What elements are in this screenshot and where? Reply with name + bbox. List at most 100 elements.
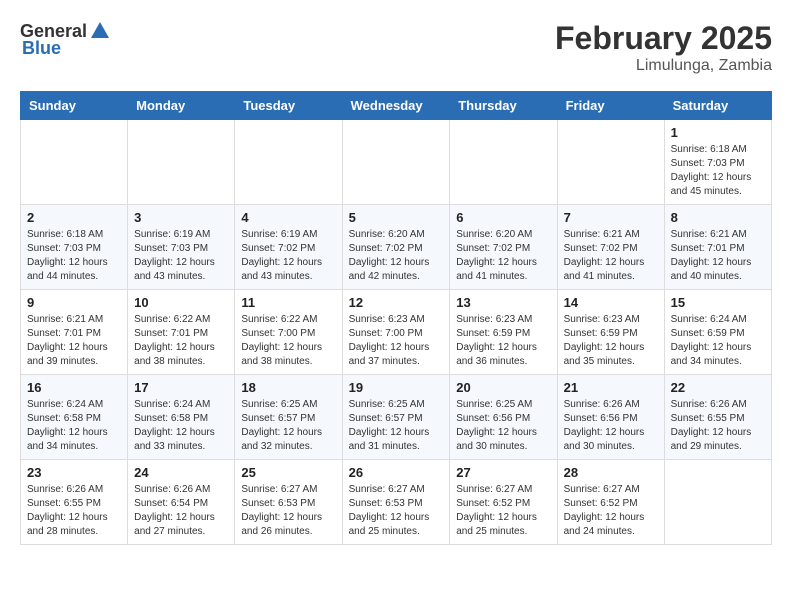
day-cell: 23Sunrise: 6:26 AM Sunset: 6:55 PM Dayli… — [21, 460, 128, 545]
day-info: Sunrise: 6:24 AM Sunset: 6:58 PM Dayligh… — [134, 398, 228, 454]
day-number: 7 — [564, 210, 658, 225]
weekday-sunday: Sunday — [21, 92, 128, 120]
day-number: 25 — [241, 465, 335, 480]
day-number: 22 — [671, 380, 765, 395]
day-info: Sunrise: 6:19 AM Sunset: 7:03 PM Dayligh… — [134, 228, 228, 284]
weekday-header-row: SundayMondayTuesdayWednesdayThursdayFrid… — [21, 92, 772, 120]
page-header: General Blue February 2025 Limulunga, Za… — [20, 20, 772, 75]
calendar: SundayMondayTuesdayWednesdayThursdayFrid… — [20, 91, 772, 545]
day-number: 5 — [349, 210, 444, 225]
day-info: Sunrise: 6:20 AM Sunset: 7:02 PM Dayligh… — [349, 228, 444, 284]
week-row-3: 9 Sunrise: 6:21 AM Sunset: 7:01 PM Daylig… — [21, 290, 772, 375]
day-number: 26 — [349, 465, 444, 480]
day-cell: 1Sunrise: 6:18 AM Sunset: 7:03 PM Daylig… — [664, 120, 771, 205]
week-row-4: 16 Sunrise: 6:24 AM Sunset: 6:58 PM Dayli… — [21, 375, 772, 460]
day-info: Sunrise: 6:24 AM Sunset: 6:59 PM Dayligh… — [671, 313, 765, 369]
day-info: Sunrise: 6:25 AM Sunset: 6:57 PM Dayligh… — [349, 398, 444, 454]
day-cell: 2 Sunrise: 6:18 AM Sunset: 7:03 PM Daylig… — [21, 205, 128, 290]
day-info: Sunrise: 6:18 AM Sunset: 7:03 PM Dayligh… — [27, 228, 121, 284]
weekday-friday: Friday — [557, 92, 664, 120]
day-cell: 9 Sunrise: 6:21 AM Sunset: 7:01 PM Daylig… — [21, 290, 128, 375]
day-number: 24 — [134, 465, 228, 480]
day-info: Sunrise: 6:26 AM Sunset: 6:55 PM Dayligh… — [27, 483, 121, 539]
day-cell: 8 Sunrise: 6:21 AM Sunset: 7:01 PM Daylig… — [664, 205, 771, 290]
weekday-thursday: Thursday — [450, 92, 557, 120]
day-info: Sunrise: 6:26 AM Sunset: 6:55 PM Dayligh… — [671, 398, 765, 454]
day-info: Sunrise: 6:18 AM Sunset: 7:03 PM Dayligh… — [671, 143, 765, 199]
day-number: 9 — [27, 295, 121, 310]
day-cell — [557, 120, 664, 205]
day-info: Sunrise: 6:23 AM Sunset: 7:00 PM Dayligh… — [349, 313, 444, 369]
day-cell — [21, 120, 128, 205]
day-cell: 4 Sunrise: 6:19 AM Sunset: 7:02 PM Daylig… — [235, 205, 342, 290]
day-cell: 10Sunrise: 6:22 AM Sunset: 7:01 PM Dayli… — [128, 290, 235, 375]
week-row-1: 1Sunrise: 6:18 AM Sunset: 7:03 PM Daylig… — [21, 120, 772, 205]
weekday-monday: Monday — [128, 92, 235, 120]
day-cell: 13Sunrise: 6:23 AM Sunset: 6:59 PM Dayli… — [450, 290, 557, 375]
week-row-2: 2 Sunrise: 6:18 AM Sunset: 7:03 PM Daylig… — [21, 205, 772, 290]
day-cell: 15 Sunrise: 6:24 AM Sunset: 6:59 PM Dayli… — [664, 290, 771, 375]
day-cell — [128, 120, 235, 205]
logo-blue: Blue — [22, 38, 61, 59]
day-info: Sunrise: 6:26 AM Sunset: 6:54 PM Dayligh… — [134, 483, 228, 539]
day-number: 20 — [456, 380, 550, 395]
day-cell: 14 Sunrise: 6:23 AM Sunset: 6:59 PM Dayli… — [557, 290, 664, 375]
day-cell: 20 Sunrise: 6:25 AM Sunset: 6:56 PM Dayli… — [450, 375, 557, 460]
day-number: 12 — [349, 295, 444, 310]
day-cell: 28Sunrise: 6:27 AM Sunset: 6:52 PM Dayli… — [557, 460, 664, 545]
day-cell: 26 Sunrise: 6:27 AM Sunset: 6:53 PM Dayli… — [342, 460, 450, 545]
day-cell: 11 Sunrise: 6:22 AM Sunset: 7:00 PM Dayli… — [235, 290, 342, 375]
week-row-5: 23Sunrise: 6:26 AM Sunset: 6:55 PM Dayli… — [21, 460, 772, 545]
day-cell — [450, 120, 557, 205]
weekday-tuesday: Tuesday — [235, 92, 342, 120]
day-info: Sunrise: 6:23 AM Sunset: 6:59 PM Dayligh… — [456, 313, 550, 369]
day-info: Sunrise: 6:27 AM Sunset: 6:53 PM Dayligh… — [349, 483, 444, 539]
day-info: Sunrise: 6:21 AM Sunset: 7:01 PM Dayligh… — [27, 313, 121, 369]
day-cell: 17 Sunrise: 6:24 AM Sunset: 6:58 PM Dayli… — [128, 375, 235, 460]
logo-icon — [89, 20, 111, 42]
day-number: 19 — [349, 380, 444, 395]
day-cell: 22 Sunrise: 6:26 AM Sunset: 6:55 PM Dayli… — [664, 375, 771, 460]
day-number: 2 — [27, 210, 121, 225]
day-number: 4 — [241, 210, 335, 225]
day-cell: 3 Sunrise: 6:19 AM Sunset: 7:03 PM Daylig… — [128, 205, 235, 290]
day-number: 18 — [241, 380, 335, 395]
day-number: 15 — [671, 295, 765, 310]
day-cell: 25Sunrise: 6:27 AM Sunset: 6:53 PM Dayli… — [235, 460, 342, 545]
day-number: 3 — [134, 210, 228, 225]
day-cell: 21Sunrise: 6:26 AM Sunset: 6:56 PM Dayli… — [557, 375, 664, 460]
day-cell — [235, 120, 342, 205]
day-info: Sunrise: 6:23 AM Sunset: 6:59 PM Dayligh… — [564, 313, 658, 369]
day-number: 11 — [241, 295, 335, 310]
day-cell: 27 Sunrise: 6:27 AM Sunset: 6:52 PM Dayli… — [450, 460, 557, 545]
title-block: February 2025 Limulunga, Zambia — [555, 20, 772, 75]
day-cell: 18Sunrise: 6:25 AM Sunset: 6:57 PM Dayli… — [235, 375, 342, 460]
day-number: 14 — [564, 295, 658, 310]
day-info: Sunrise: 6:25 AM Sunset: 6:56 PM Dayligh… — [456, 398, 550, 454]
day-info: Sunrise: 6:21 AM Sunset: 7:02 PM Dayligh… — [564, 228, 658, 284]
month-title: February 2025 — [555, 20, 772, 57]
day-number: 16 — [27, 380, 121, 395]
day-cell: 16Sunrise: 6:24 AM Sunset: 6:58 PM Dayli… — [21, 375, 128, 460]
weekday-saturday: Saturday — [664, 92, 771, 120]
day-cell — [664, 460, 771, 545]
day-cell: 5 Sunrise: 6:20 AM Sunset: 7:02 PM Daylig… — [342, 205, 450, 290]
day-info: Sunrise: 6:26 AM Sunset: 6:56 PM Dayligh… — [564, 398, 658, 454]
day-cell: 19 Sunrise: 6:25 AM Sunset: 6:57 PM Dayli… — [342, 375, 450, 460]
day-number: 27 — [456, 465, 550, 480]
day-cell: 7 Sunrise: 6:21 AM Sunset: 7:02 PM Daylig… — [557, 205, 664, 290]
day-info: Sunrise: 6:20 AM Sunset: 7:02 PM Dayligh… — [456, 228, 550, 284]
day-cell — [342, 120, 450, 205]
day-number: 17 — [134, 380, 228, 395]
weekday-wednesday: Wednesday — [342, 92, 450, 120]
day-number: 28 — [564, 465, 658, 480]
day-info: Sunrise: 6:27 AM Sunset: 6:52 PM Dayligh… — [456, 483, 550, 539]
day-info: Sunrise: 6:22 AM Sunset: 7:01 PM Dayligh… — [134, 313, 228, 369]
day-info: Sunrise: 6:22 AM Sunset: 7:00 PM Dayligh… — [241, 313, 335, 369]
day-info: Sunrise: 6:19 AM Sunset: 7:02 PM Dayligh… — [241, 228, 335, 284]
day-info: Sunrise: 6:21 AM Sunset: 7:01 PM Dayligh… — [671, 228, 765, 284]
day-cell: 6Sunrise: 6:20 AM Sunset: 7:02 PM Daylig… — [450, 205, 557, 290]
day-cell: 12 Sunrise: 6:23 AM Sunset: 7:00 PM Dayli… — [342, 290, 450, 375]
day-cell: 24 Sunrise: 6:26 AM Sunset: 6:54 PM Dayli… — [128, 460, 235, 545]
day-number: 8 — [671, 210, 765, 225]
